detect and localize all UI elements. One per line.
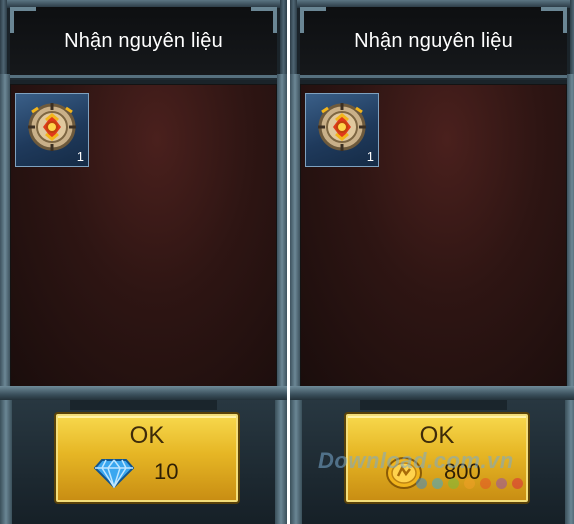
reward-panel-left: Nhận nguyên liệu 1 OK 10: [0, 0, 287, 524]
gear-rune-icon: [318, 103, 366, 151]
ok-button[interactable]: OK 800: [346, 414, 528, 502]
item-slot[interactable]: 1: [15, 93, 89, 167]
gold-coin-icon: [386, 457, 422, 489]
title-bar: Nhận nguyên liệu: [10, 7, 277, 78]
reward-content-area: 1: [300, 84, 567, 388]
side-rail-left: [0, 74, 10, 394]
item-count: 1: [366, 149, 374, 164]
side-rail-left: [290, 74, 300, 394]
item-count: 1: [76, 149, 84, 164]
title-bar: Nhận nguyên liệu: [300, 7, 567, 78]
bottom-side-left: [290, 400, 302, 524]
bottom-side-right: [275, 400, 287, 524]
ok-button[interactable]: OK 10: [56, 414, 238, 502]
bottom-side-right: [565, 400, 574, 524]
side-rail-right: [567, 74, 574, 394]
cost-value: 800: [444, 459, 481, 484]
bottom-rail: [290, 386, 574, 400]
bottom-notch: [360, 400, 507, 410]
panel-title: Nhận nguyên liệu: [354, 29, 513, 52]
item-slot[interactable]: 1: [305, 93, 379, 167]
bottom-notch: [70, 400, 217, 410]
panel-title: Nhận nguyên liệu: [64, 29, 223, 52]
reward-content-area: 1: [10, 84, 277, 388]
cost-value: 10: [154, 459, 179, 484]
diamond-icon: [94, 459, 134, 488]
title-corner-right: [251, 7, 277, 33]
ok-button-label: OK: [129, 422, 165, 449]
title-corner-left: [300, 7, 326, 33]
ok-button-label: OK: [419, 422, 455, 449]
bottom-rail: [0, 386, 287, 400]
title-corner-right: [541, 7, 567, 33]
title-corner-left: [10, 7, 36, 33]
cost-row: 800: [348, 456, 526, 490]
side-rail-right: [277, 74, 287, 394]
reward-panel-right: Nhận nguyên liệu 1 OK 800: [290, 0, 574, 524]
cost-row: 10: [58, 456, 236, 490]
bottom-side-left: [0, 400, 12, 524]
gear-rune-icon: [28, 103, 76, 151]
